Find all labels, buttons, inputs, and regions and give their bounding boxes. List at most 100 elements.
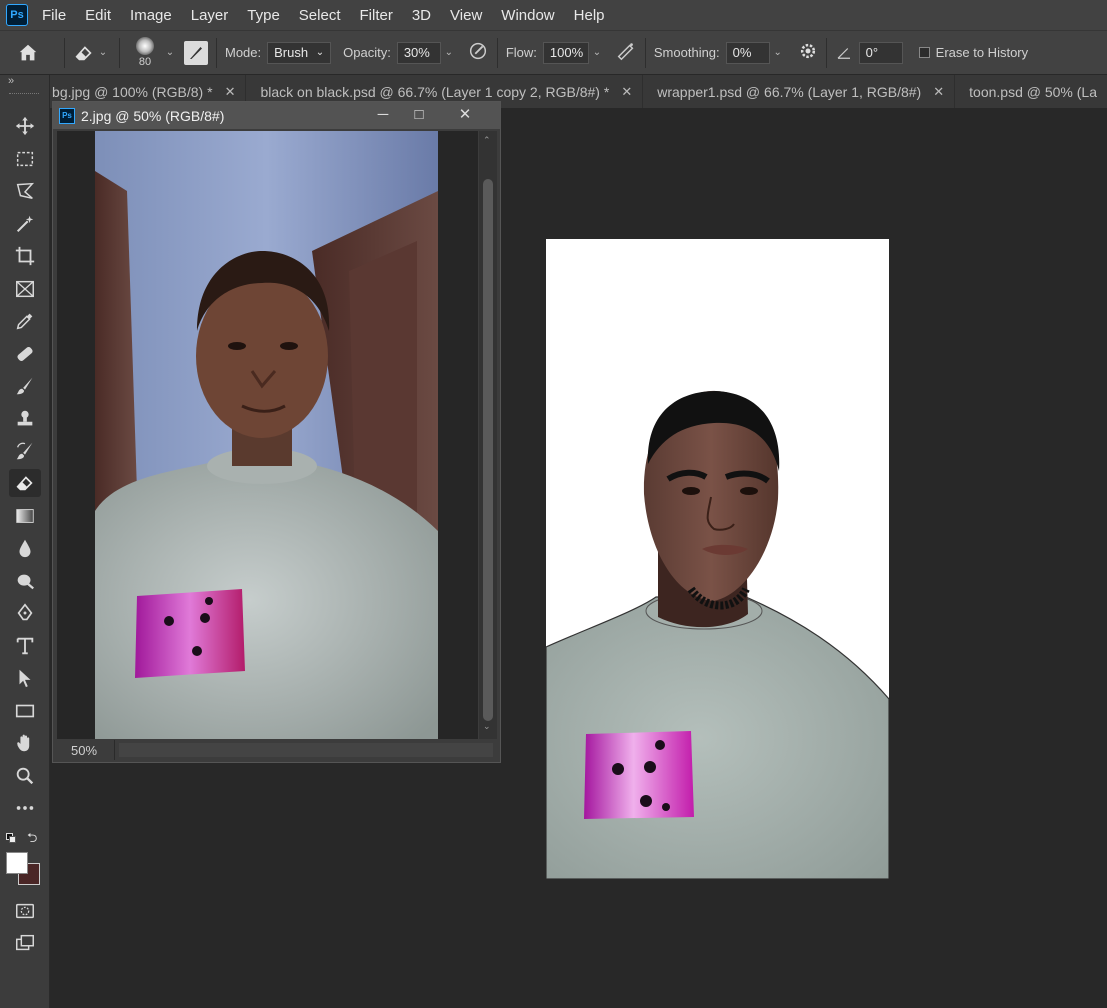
type-tool[interactable]	[9, 632, 41, 660]
airbrush-icon	[617, 43, 634, 61]
menu-window[interactable]: Window	[501, 7, 554, 24]
tab-label: wrapper1.psd @ 66.7% (Layer 1, RGB/8#)	[657, 83, 922, 100]
magic-wand-tool[interactable]	[9, 210, 41, 238]
close-icon[interactable]: ✕	[225, 84, 236, 100]
rectangle-tool[interactable]	[9, 697, 41, 725]
tool-preset-picker[interactable]: ⌄	[73, 42, 111, 64]
flow-input[interactable]: 100%	[542, 41, 589, 64]
type-icon	[16, 637, 34, 655]
document-canvas[interactable]	[57, 131, 478, 739]
photoshop-logo-icon[interactable]: Ps	[6, 4, 28, 26]
tab-wrapper1[interactable]: wrapper1.psd @ 66.7% (Layer 1, RGB/8#) ✕	[643, 75, 956, 108]
mode-label: Mode:	[225, 45, 262, 60]
menu-view[interactable]: View	[450, 7, 482, 24]
erase-to-history-checkbox[interactable]: Erase to History	[918, 45, 1028, 60]
menu-file[interactable]: File	[42, 7, 66, 24]
angle-icon	[837, 47, 850, 59]
mode-select[interactable]: Brush ⌄	[267, 41, 332, 64]
history-brush-tool[interactable]	[9, 437, 41, 465]
gradient-tool[interactable]	[9, 502, 41, 530]
screen-mode-button[interactable]	[9, 929, 41, 957]
pen-icon	[17, 603, 33, 621]
brush-settings-button[interactable]	[184, 40, 208, 65]
smoothing-input[interactable]: 0%	[725, 41, 770, 64]
default-colors-icon[interactable]	[6, 833, 16, 843]
dodge-tool[interactable]	[9, 567, 41, 595]
crop-icon	[15, 246, 35, 266]
menu-help[interactable]: Help	[574, 7, 605, 24]
divider	[119, 37, 120, 68]
crop-tool[interactable]	[9, 242, 41, 270]
foreground-color-swatch[interactable]	[6, 852, 28, 874]
scroll-down-icon[interactable]: ⌄	[483, 721, 491, 732]
brush-preset-picker[interactable]: 80 ⌄	[128, 37, 178, 68]
eyedropper-tool[interactable]	[9, 307, 41, 335]
minimize-icon: ─	[377, 105, 389, 123]
screen-mode-icon	[16, 934, 34, 951]
menu-type[interactable]: Type	[247, 7, 280, 24]
maximize-button[interactable]: □	[401, 102, 437, 126]
flow-dropdown[interactable]: ⌄	[589, 42, 605, 64]
eyedropper-icon	[16, 313, 33, 330]
angle-input[interactable]: 0°	[858, 41, 903, 64]
lasso-tool[interactable]	[9, 177, 41, 205]
panel-grip[interactable]	[9, 93, 39, 96]
frame-tool[interactable]	[9, 275, 41, 303]
brush-tip-icon	[136, 37, 154, 55]
menu-edit[interactable]: Edit	[85, 7, 111, 24]
airbrush-button[interactable]	[615, 40, 637, 65]
scroll-up-icon[interactable]: ⌃	[483, 135, 491, 146]
active-document-canvas[interactable]	[546, 239, 889, 879]
zoom-tool[interactable]	[9, 762, 41, 790]
move-tool[interactable]	[9, 112, 41, 140]
blur-tool[interactable]	[9, 534, 41, 562]
close-icon[interactable]: ✕	[621, 84, 632, 100]
healing-brush-tool[interactable]	[9, 340, 41, 368]
quick-mask-button[interactable]	[9, 897, 41, 925]
clone-stamp-tool[interactable]	[9, 405, 41, 433]
edit-toolbar-button[interactable]	[9, 794, 41, 822]
menu-image[interactable]: Image	[130, 7, 172, 24]
divider	[496, 37, 498, 68]
panel-collapse-icon[interactable]: »	[8, 75, 14, 87]
hand-tool[interactable]	[9, 729, 41, 757]
horizontal-scrollbar[interactable]	[119, 743, 493, 757]
menu-layer[interactable]: Layer	[191, 7, 229, 24]
tools-panel: » ⮌	[0, 75, 50, 1008]
pen-tool[interactable]	[9, 599, 41, 627]
eraser-tool[interactable]	[9, 469, 41, 497]
scrollbar-thumb[interactable]	[483, 179, 493, 721]
floating-document-window[interactable]: Ps 2.jpg @ 50% (RGB/8#) ─ □ ✕ ⌃ ⌄ 50%	[52, 101, 501, 763]
close-icon[interactable]: ✕	[933, 84, 944, 100]
document-title: 2.jpg @ 50% (RGB/8#)	[81, 107, 225, 124]
smoothing-value: 0%	[732, 45, 752, 60]
path-select-icon	[19, 669, 31, 688]
menu-select[interactable]: Select	[299, 7, 341, 24]
checkbox-box	[918, 47, 930, 58]
swap-colors-icon[interactable]: ⮌	[27, 829, 37, 851]
opacity-input[interactable]: 30%	[396, 41, 441, 64]
menu-filter[interactable]: Filter	[360, 7, 393, 24]
vertical-scrollbar[interactable]: ⌃ ⌄	[479, 131, 497, 739]
home-button[interactable]	[0, 42, 56, 64]
opacity-dropdown[interactable]: ⌄	[441, 42, 457, 64]
zoom-level[interactable]: 50%	[57, 740, 115, 760]
chevron-down-icon: ⌄	[165, 47, 175, 58]
brush-tool[interactable]	[9, 372, 41, 400]
pressure-opacity-button[interactable]	[467, 40, 489, 65]
close-button[interactable]: ✕	[447, 102, 483, 126]
tab-toon[interactable]: toon.psd @ 50% (La	[955, 75, 1107, 108]
tab-label: toon.psd @ 50% (La	[969, 83, 1097, 100]
smoothing-options-button[interactable]	[798, 41, 818, 64]
blur-icon	[19, 539, 31, 558]
menu-bar: Ps File Edit Image Layer Type Select Fil…	[0, 0, 1107, 30]
divider	[825, 37, 827, 68]
minimize-button[interactable]: ─	[365, 102, 401, 126]
menu-3d[interactable]: 3D	[412, 7, 431, 24]
marquee-tool[interactable]	[9, 145, 41, 173]
angle-value: 0°	[865, 45, 879, 60]
status-bar: 50%	[57, 740, 497, 760]
smoothing-dropdown[interactable]: ⌄	[770, 42, 786, 64]
path-selection-tool[interactable]	[9, 664, 41, 692]
stamp-icon	[17, 410, 33, 426]
